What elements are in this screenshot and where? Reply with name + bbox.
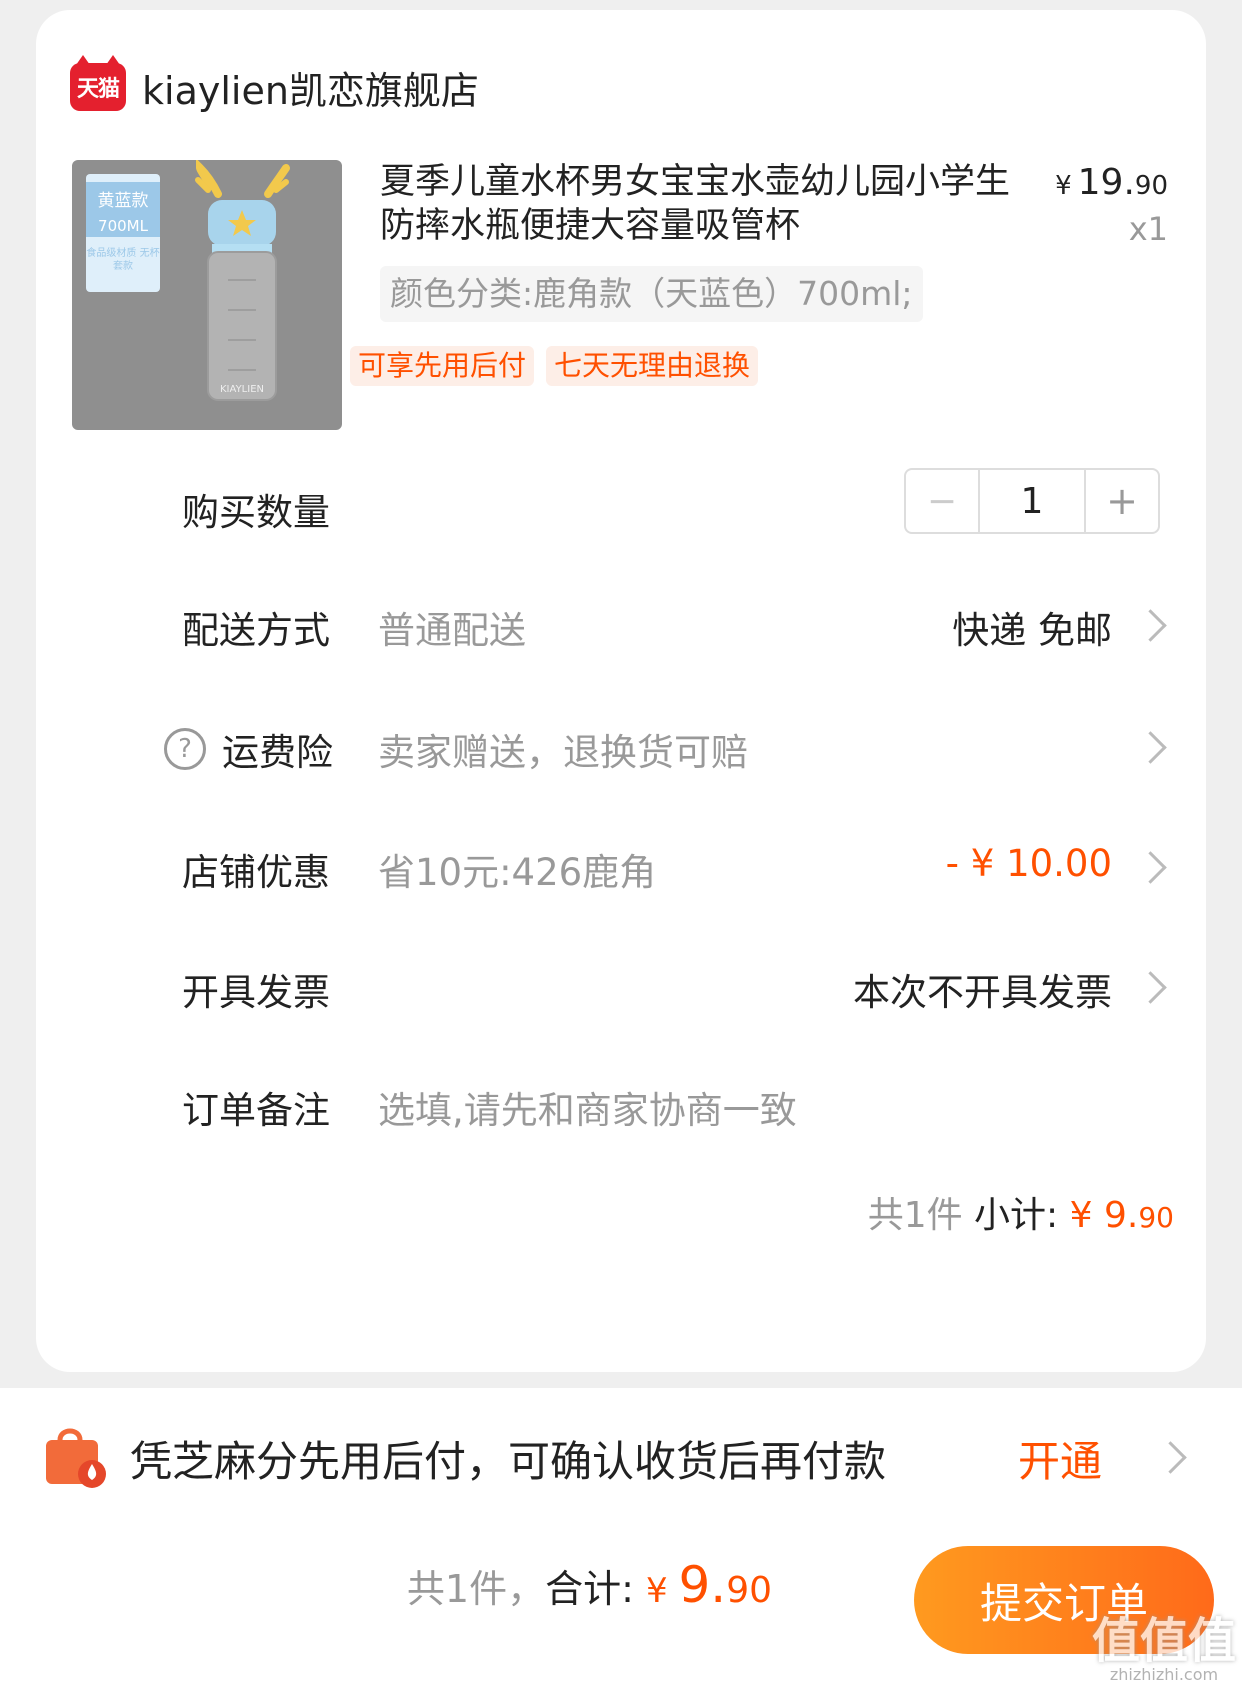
store-name[interactable]: kiaylien凯恋旗舰店 bbox=[142, 60, 479, 115]
chevron-right-icon bbox=[1134, 851, 1167, 884]
invoice-label: 开具发票 bbox=[182, 971, 330, 1014]
order-card: 天猫 kiaylien凯恋旗舰店 黄蓝款 700ML 食品级材质 无杯套款 KI… bbox=[36, 10, 1206, 1372]
total-amount: ¥ 9.90 bbox=[646, 1556, 772, 1614]
pay-later-text: 凭芝麻分先用后付，可确认收货后再付款 bbox=[130, 1437, 887, 1486]
discount-desc: 省10元:426鹿角 bbox=[378, 851, 657, 894]
product-title[interactable]: 夏季儿童水杯男女宝宝水壶幼儿园小学生防摔水瓶便捷大容量吸管杯 bbox=[380, 160, 1020, 248]
subtotal-amount: ¥ 9.90 bbox=[1069, 1195, 1174, 1236]
enable-pay-later-button[interactable]: 开通 bbox=[1018, 1428, 1102, 1489]
note-label: 订单备注 bbox=[182, 1089, 330, 1132]
increase-button[interactable]: + bbox=[1084, 470, 1158, 532]
store-header[interactable]: 天猫 kiaylien凯恋旗舰店 bbox=[70, 52, 479, 122]
product-price: ¥19.90 bbox=[1055, 162, 1168, 203]
sku-selector[interactable]: 颜色分类:鹿角款（天蓝色）700ml; bbox=[380, 266, 923, 322]
bottom-bar: 凭芝麻分先用后付，可确认收货后再付款 开通 共1件，合计: ¥ 9.90 提交订… bbox=[0, 1388, 1242, 1694]
product-image-brand: KIAYLIEN bbox=[220, 384, 264, 395]
shopping-bag-icon bbox=[46, 1428, 106, 1488]
note-input[interactable]: 选填,请先和商家协商一致 bbox=[378, 1080, 797, 1134]
perk-badge-pay-later: 可享先用后付 bbox=[350, 346, 535, 386]
quantity-value[interactable]: 1 bbox=[980, 470, 1084, 532]
discount-value: - ¥ 10.00 bbox=[945, 842, 1112, 885]
delivery-label: 配送方式 bbox=[182, 609, 330, 652]
invoice-value: 本次不开具发票 bbox=[853, 971, 1112, 1014]
help-icon[interactable]: ? bbox=[164, 728, 206, 770]
discount-label: 店铺优惠 bbox=[182, 851, 330, 894]
product-quantity: x1 bbox=[1128, 210, 1168, 248]
order-total: 共1件，合计: ¥ 9.90 bbox=[406, 1556, 772, 1614]
quantity-stepper[interactable]: − 1 + bbox=[904, 468, 1160, 534]
delivery-row[interactable]: 配送方式 普通配送 快递 免邮 bbox=[36, 576, 1206, 676]
chevron-right-icon bbox=[1134, 731, 1167, 764]
chevron-right-icon bbox=[1134, 609, 1167, 642]
store-discount-row[interactable]: 店铺优惠 省10元:426鹿角 - ¥ 10.00 bbox=[36, 818, 1206, 918]
shipping-insurance-row[interactable]: ? 运费险 卖家赠送，退换货可赔 bbox=[36, 698, 1206, 798]
order-note-row: 订单备注 选填,请先和商家协商一致 bbox=[36, 1056, 1206, 1156]
water-bottle-icon: KIAYLIEN bbox=[195, 160, 290, 401]
chevron-right-icon bbox=[1154, 1441, 1187, 1474]
insurance-label: 运费险 bbox=[222, 731, 333, 774]
quantity-label: 购买数量 bbox=[182, 491, 330, 534]
insurance-desc: 卖家赠送，退换货可赔 bbox=[378, 731, 748, 774]
tmall-logo: 天猫 bbox=[70, 55, 126, 111]
chevron-right-icon bbox=[1134, 971, 1167, 1004]
perk-badge-return: 七天无理由退换 bbox=[546, 346, 759, 386]
quantity-row: 购买数量 − 1 + bbox=[36, 458, 1206, 558]
product-image[interactable]: 黄蓝款 700ML 食品级材质 无杯套款 KIAYLIEN bbox=[72, 160, 342, 430]
decrease-button[interactable]: − bbox=[906, 470, 980, 532]
subtotal: 共1件 小计: ¥ 9.90 bbox=[867, 1195, 1174, 1236]
invoice-row[interactable]: 开具发票 本次不开具发票 bbox=[36, 938, 1206, 1038]
watermark: 值值值 zhizhizhi.com bbox=[1091, 1613, 1236, 1684]
delivery-value: 快递 免邮 bbox=[952, 609, 1112, 652]
delivery-type: 普通配送 bbox=[378, 609, 526, 652]
